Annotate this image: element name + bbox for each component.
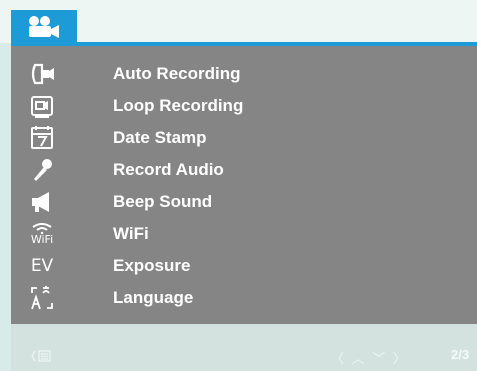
menu-item-loop-recording[interactable]: Loop Recording: [11, 90, 477, 122]
menu-item-label: Loop Recording: [113, 96, 244, 115]
menu-item-label: Beep Sound: [113, 192, 213, 211]
loop-recording-icon: [29, 93, 55, 119]
speaker-icon: [29, 189, 55, 215]
menu-item-label: Exposure: [113, 256, 191, 275]
microphone-icon: [29, 157, 55, 183]
menu-item-label: Record Audio: [113, 160, 224, 179]
menu-item-label: WiFi: [113, 224, 149, 243]
ev-icon: EV: [30, 255, 54, 276]
settings-menu-panel: Auto Recording Loop Recording Date Stamp: [11, 46, 477, 324]
navigation-arrows[interactable]: 〈 ︿ ﹀ 〉: [331, 348, 408, 367]
tab-bar: [0, 0, 477, 43]
menu-item-record-audio[interactable]: Record Audio: [11, 154, 477, 186]
menu-item-label: Date Stamp: [113, 128, 207, 147]
wifi-icon: WiFi: [29, 221, 55, 247]
menu-back-button[interactable]: [31, 348, 53, 364]
menu-item-label: Language: [113, 288, 194, 307]
auto-record-camera-icon: [29, 61, 55, 87]
page-indicator: 2/3: [451, 347, 470, 362]
language-icon: [29, 285, 55, 311]
menu-item-wifi[interactable]: WiFi WiFi: [11, 218, 477, 250]
menu-item-label: Auto Recording: [113, 64, 241, 83]
calendar-icon: [29, 125, 55, 151]
menu-item-date-stamp[interactable]: Date Stamp: [11, 122, 477, 154]
menu-item-auto-recording[interactable]: Auto Recording: [11, 58, 477, 90]
video-camera-icon: [29, 15, 59, 38]
menu-item-exposure[interactable]: EV Exposure: [11, 250, 477, 282]
tab-video-settings[interactable]: [11, 10, 77, 43]
menu-item-beep-sound[interactable]: Beep Sound: [11, 186, 477, 218]
menu-item-language[interactable]: Language: [11, 282, 477, 314]
bottom-bar: 〈 ︿ ﹀ 〉 2/3: [11, 324, 477, 371]
menu-back-icon: [31, 350, 51, 362]
